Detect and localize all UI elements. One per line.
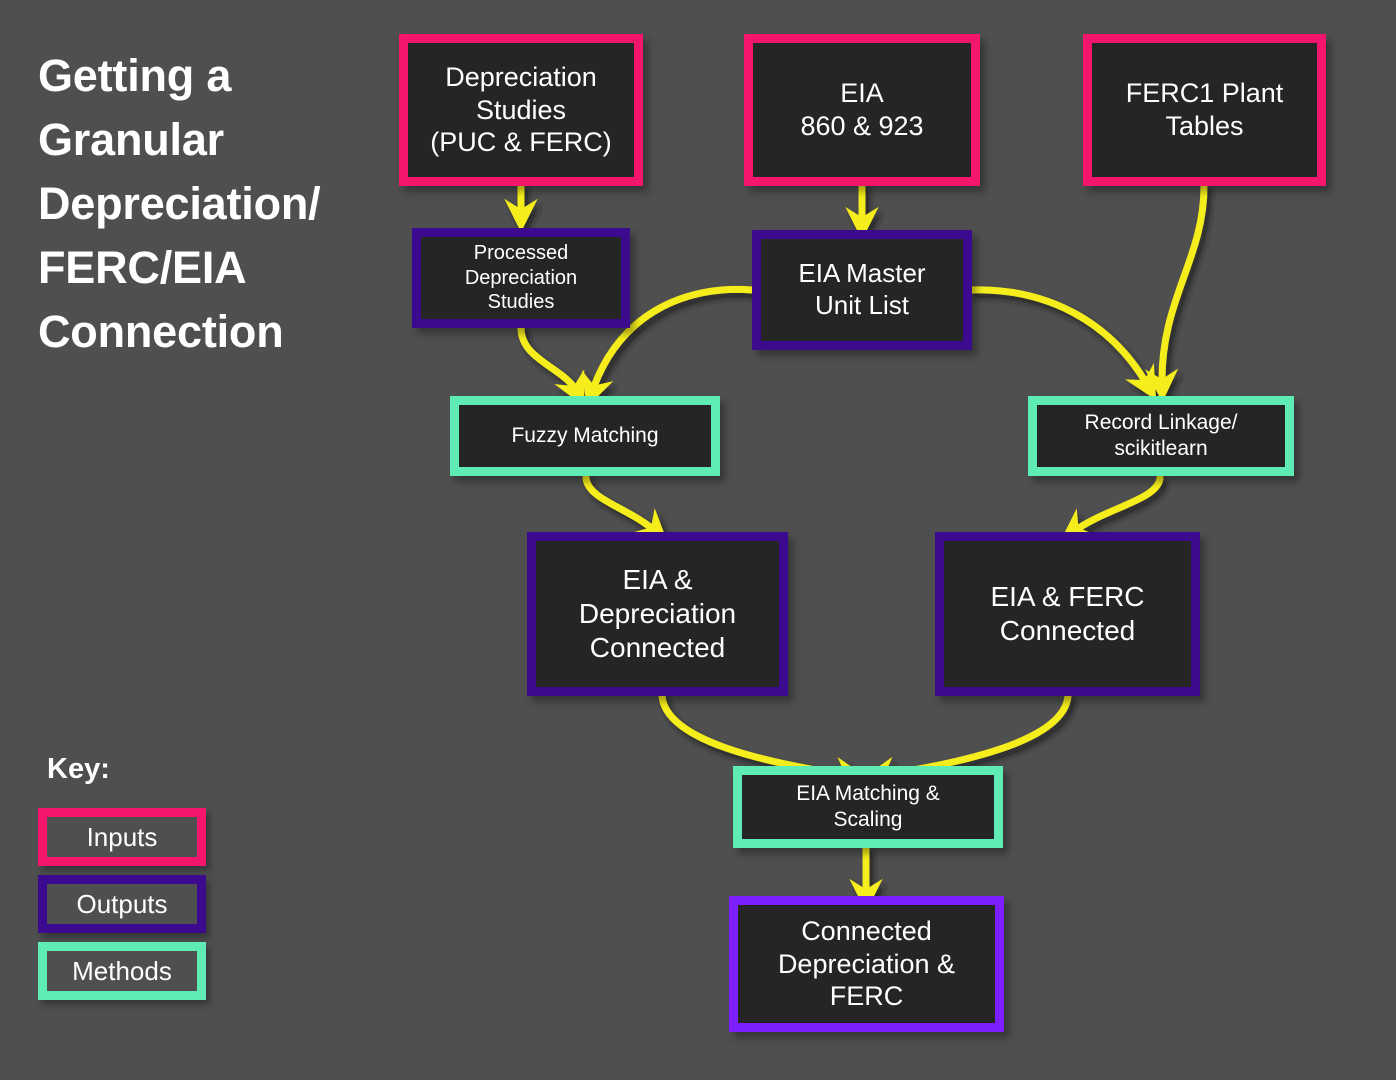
node-label: FERC1 Plant Tables	[1125, 78, 1284, 141]
node-label: EIA & Depreciation Connected	[578, 563, 737, 664]
key-item-label: Inputs	[86, 821, 158, 852]
node-label: Depreciation Studies (PUC & FERC)	[430, 61, 612, 158]
node-connected-depreciation-ferc[interactable]: Connected Depreciation & FERC	[729, 896, 1004, 1032]
node-label: EIA Matching & Scaling	[796, 782, 940, 831]
node-ferc1-plant-tables[interactable]: FERC1 Plant Tables	[1083, 34, 1326, 186]
edge-processed-to-fuzzy	[517, 324, 585, 407]
node-label: EIA Master Unit List	[798, 258, 926, 320]
key-heading: Key:	[47, 753, 110, 785]
node-record-linkage[interactable]: Record Linkage/ scikitlearn	[1028, 396, 1294, 476]
node-fuzzy-matching[interactable]: Fuzzy Matching	[450, 396, 720, 476]
node-processed-depreciation-studies[interactable]: Processed Depreciation Studies	[412, 228, 630, 328]
key-item-label: Methods	[72, 955, 172, 986]
diagram-canvas: Getting a Granular Depreciation/ FERC/EI…	[0, 0, 1396, 1080]
edge-eiaferc-to-matching	[862, 692, 1072, 790]
node-eia-860-923[interactable]: EIA 860 & 923	[744, 34, 980, 186]
node-label: EIA & FERC Connected	[990, 580, 1145, 646]
node-eia-master-unit-list[interactable]: EIA Master Unit List	[752, 230, 972, 350]
edge-eiadep-to-matching	[658, 692, 868, 790]
edge-fuzzy-to-eiadep	[582, 474, 668, 543]
edge-recordlinkage-to-eiaferc	[1060, 474, 1164, 542]
node-label: EIA 860 & 923	[800, 78, 924, 141]
key-item-inputs[interactable]: Inputs	[38, 808, 206, 866]
node-eia-ferc-connected[interactable]: EIA & FERC Connected	[935, 532, 1200, 696]
key-item-label: Outputs	[76, 888, 168, 919]
node-eia-depreciation-connected[interactable]: EIA & Depreciation Connected	[527, 532, 788, 696]
key-item-outputs[interactable]: Outputs	[38, 875, 206, 933]
node-label: Connected Depreciation & FERC	[777, 915, 956, 1012]
node-label: Record Linkage/ scikitlearn	[1084, 411, 1238, 460]
node-label: Fuzzy Matching	[511, 424, 659, 448]
node-depreciation-studies[interactable]: Depreciation Studies (PUC & FERC)	[399, 34, 643, 186]
edge-masterlist-to-recordlinkage	[968, 286, 1157, 400]
page-title: Getting a Granular Depreciation/ FERC/EI…	[38, 50, 321, 357]
edge-ferc1-to-recordlinkage	[1144, 182, 1208, 403]
key-item-methods[interactable]: Methods	[38, 942, 206, 1000]
node-eia-matching-scaling[interactable]: EIA Matching & Scaling	[733, 766, 1003, 848]
node-label: Processed Depreciation Studies	[464, 242, 578, 314]
